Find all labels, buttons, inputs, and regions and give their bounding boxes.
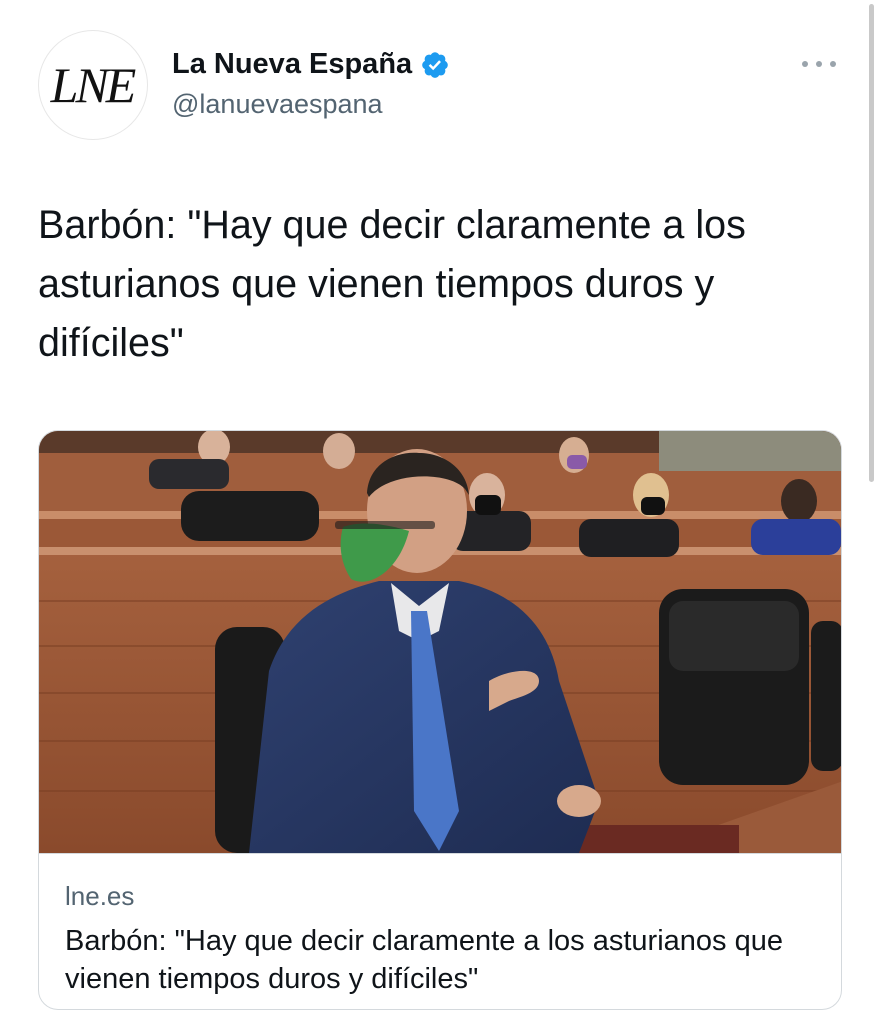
scrollbar[interactable] [869, 4, 874, 482]
avatar[interactable]: LNE [38, 30, 148, 140]
display-name[interactable]: La Nueva España [172, 48, 412, 81]
more-horizontal-icon [830, 61, 836, 67]
avatar-logo: LNE [50, 57, 137, 113]
verified-badge-icon [422, 51, 448, 78]
more-options-button[interactable] [802, 56, 836, 72]
tweet-header: LNE La Nueva España @lanuevaespana [38, 30, 850, 142]
display-name-row: La Nueva España [172, 48, 450, 81]
link-card[interactable]: lne.es Barbón: "Hay que decir claramente… [38, 430, 842, 1010]
account-handle[interactable]: @lanuevaespana [172, 89, 450, 120]
card-image[interactable] [39, 431, 842, 853]
more-horizontal-icon [816, 61, 822, 67]
card-domain: lne.es [65, 881, 135, 911]
more-horizontal-icon [802, 61, 808, 67]
account-names: La Nueva España @lanuevaespana [172, 48, 450, 120]
tweet-text: Barbón: "Hay que decir claramente a los … [38, 203, 746, 365]
card-title: Barbón: "Hay que decir claramente a los … [65, 925, 783, 995]
card-meta: lne.es Barbón: "Hay que decir claramente… [39, 853, 841, 1009]
